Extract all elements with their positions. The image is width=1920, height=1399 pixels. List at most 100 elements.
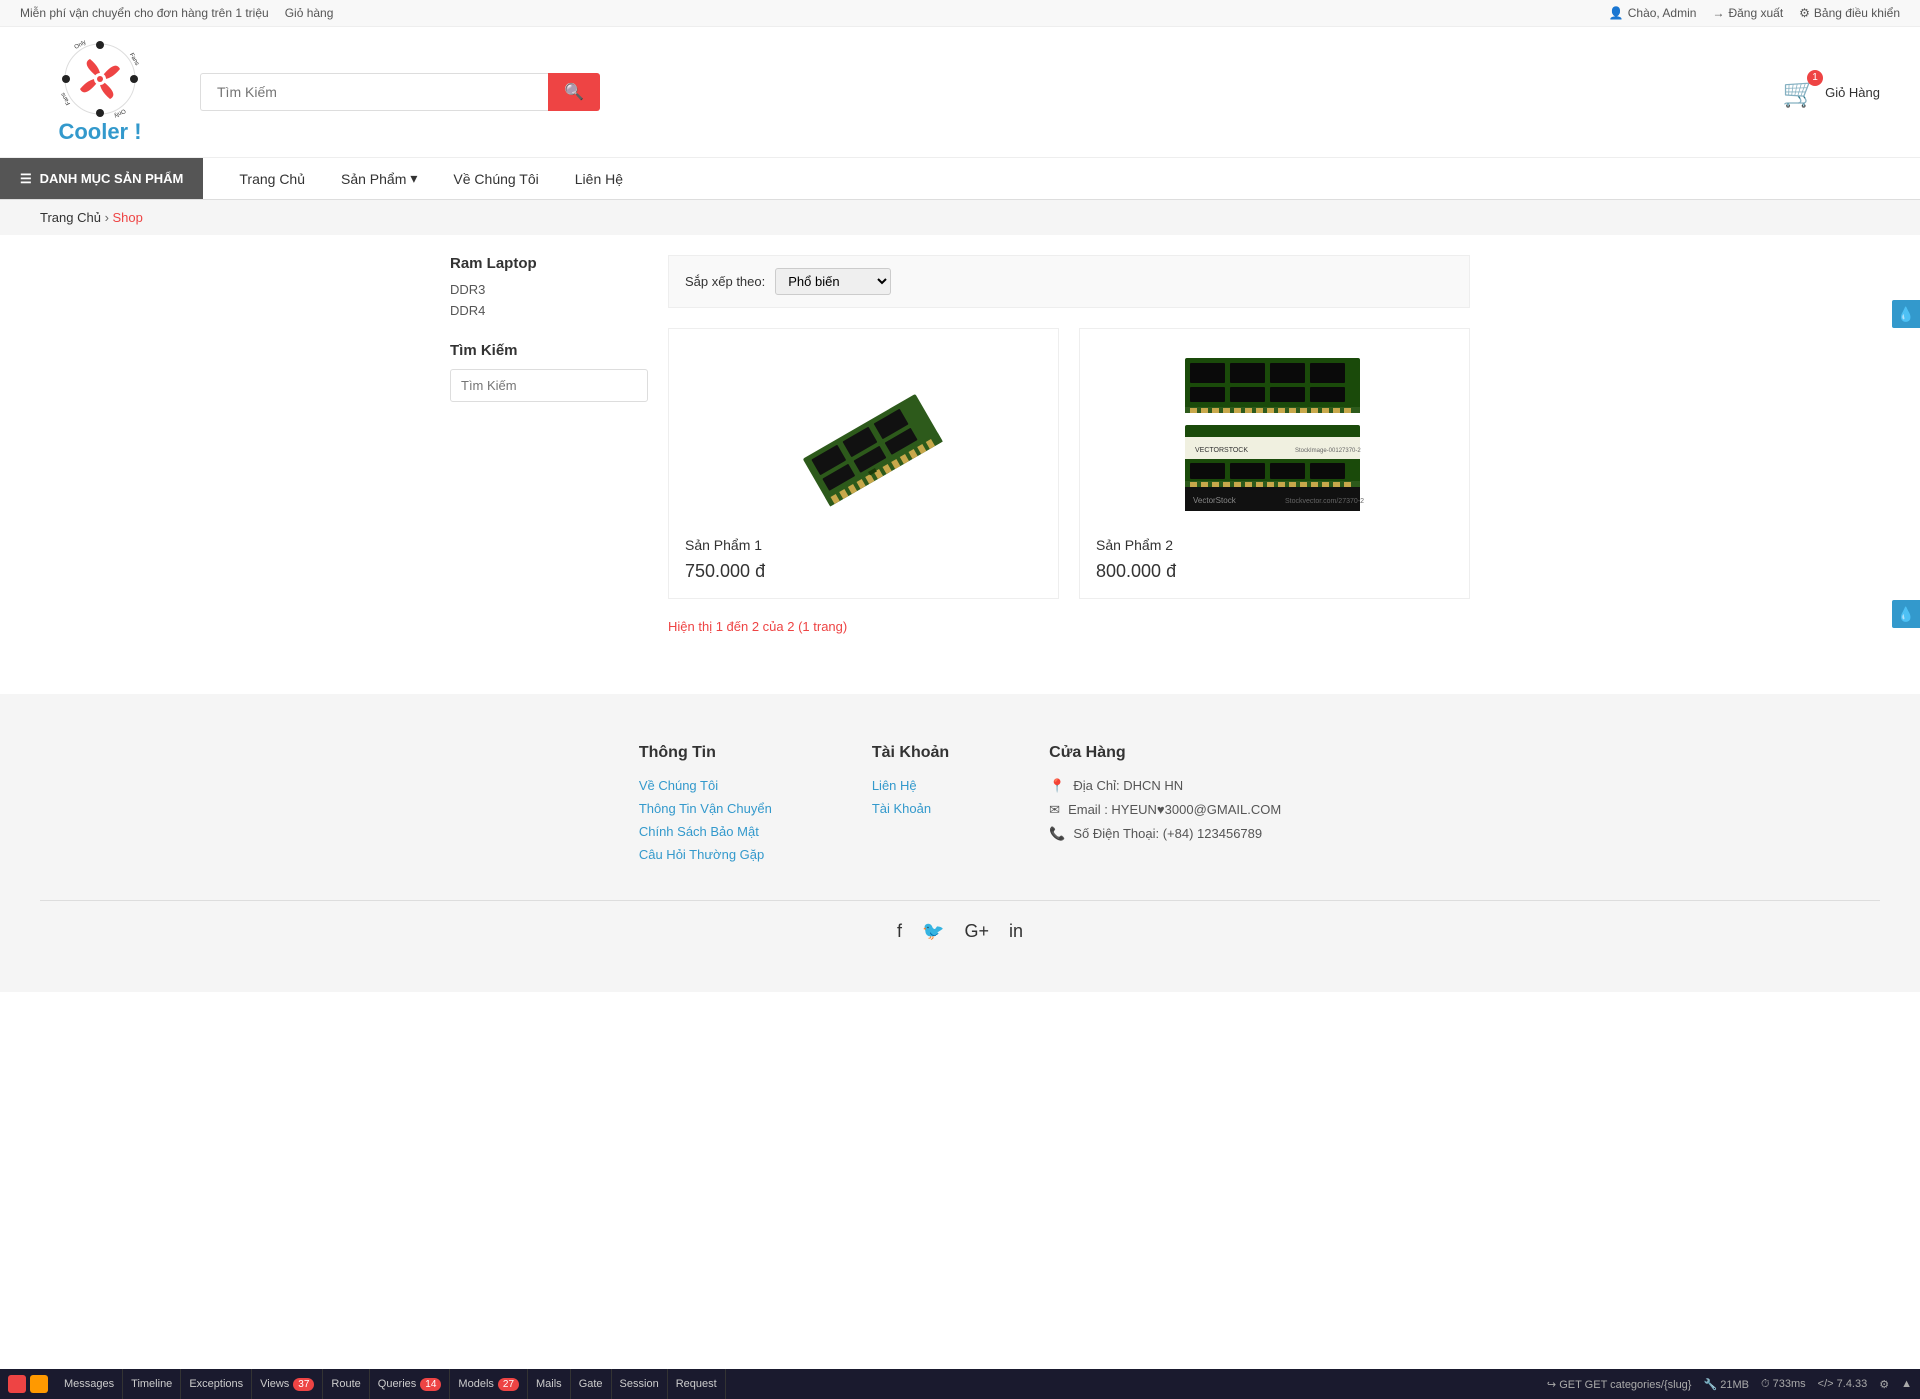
footer-grid: Thông Tin Về Chúng Tôi Thông Tin Vận Chu… xyxy=(40,744,1880,870)
sort-label: Sắp xếp theo: xyxy=(685,274,765,289)
side-float-btn-top[interactable]: 💧 xyxy=(1892,300,1920,328)
debug-views[interactable]: Views 37 xyxy=(252,1369,323,1399)
pagination-info: Hiện thị 1 đến 2 của 2 (1 trang) xyxy=(668,619,1470,634)
cart-badge: 1 xyxy=(1807,70,1823,86)
side-float-bottom: 💧 xyxy=(1892,600,1920,628)
sidebar-categories: Ram Laptop DDR3 DDR4 xyxy=(450,255,648,318)
svg-text:VectorStock: VectorStock xyxy=(1193,496,1237,505)
debug-version: </> 7.4.33 xyxy=(1818,1378,1868,1390)
sidebar-item-ddr4[interactable]: DDR4 xyxy=(450,303,648,318)
product-price-2: 800.000 đ xyxy=(1096,561,1453,582)
twitter-icon[interactable]: 🐦 xyxy=(922,921,944,942)
sidebar-search-section: Tìm Kiếm xyxy=(450,342,648,402)
product-price-1: 750.000 đ xyxy=(685,561,1042,582)
footer-link-privacy[interactable]: Chính Sách Bảo Mật xyxy=(639,824,772,839)
cart-link[interactable]: Giỏ hàng xyxy=(285,6,334,20)
promo-text: Miễn phí vận chuyển cho đơn hàng trên 1 … xyxy=(20,6,269,20)
search-button[interactable]: 🔍 xyxy=(548,73,600,111)
debug-models-badge: 27 xyxy=(498,1378,519,1391)
debug-route[interactable]: Route xyxy=(323,1369,369,1399)
greeting: 👤 Chào, Admin xyxy=(1609,6,1697,20)
debug-exceptions[interactable]: Exceptions xyxy=(181,1369,252,1399)
debug-views-badge: 37 xyxy=(293,1378,314,1391)
header: Only Fans Only Fans Cooler ! 🔍 🛒 1 Giỏ H… xyxy=(0,27,1920,158)
products-grid: Sản Phẩm 1 750.000 đ xyxy=(668,328,1470,599)
debug-route-info: ↪ GET GET categories/{slug} xyxy=(1547,1378,1692,1391)
footer-col-account: Tài Khoản Liên Hệ Tài Khoản xyxy=(872,744,949,870)
footer-link-faq[interactable]: Câu Hỏi Thường Gặp xyxy=(639,847,772,862)
debug-messages[interactable]: Messages xyxy=(56,1369,123,1399)
cart-area[interactable]: 🛒 1 Giỏ Hàng xyxy=(1782,76,1880,109)
debug-timeline[interactable]: Timeline xyxy=(123,1369,181,1399)
debug-gate[interactable]: Gate xyxy=(571,1369,612,1399)
footer-col1-title: Thông Tin xyxy=(639,744,772,762)
footer-col2-title: Tài Khoản xyxy=(872,744,949,762)
sidebar-search-input[interactable] xyxy=(450,369,648,402)
svg-text:StockImage-00127370-2: StockImage-00127370-2 xyxy=(1295,448,1361,454)
debug-queries[interactable]: Queries 14 xyxy=(370,1369,451,1399)
chevron-down-icon: ▾ xyxy=(410,170,417,187)
menu-icon: ☰ xyxy=(20,171,32,187)
svg-text:Stockvector.com/27370-2: Stockvector.com/27370-2 xyxy=(1285,498,1364,505)
debug-memory: 🔧 21MB xyxy=(1703,1378,1749,1391)
cart-icon-wrap: 🛒 1 xyxy=(1782,76,1817,109)
product-card-2[interactable]: VECTORSTOCK StockImage-00127370-2 xyxy=(1079,328,1470,599)
debug-icon-red[interactable] xyxy=(8,1375,26,1393)
main-content: Ram Laptop DDR3 DDR4 Tìm Kiếm Sắp xếp th… xyxy=(410,235,1510,654)
debug-settings-icon[interactable]: ⚙ xyxy=(1879,1378,1889,1391)
footer-link-about[interactable]: Về Chúng Tôi xyxy=(639,778,772,793)
debug-right: ↪ GET GET categories/{slug} 🔧 21MB ⏱ 733… xyxy=(1547,1378,1912,1391)
debug-icon-orange[interactable] xyxy=(30,1375,48,1393)
debug-queries-badge: 14 xyxy=(420,1378,441,1391)
logo-text[interactable]: Cooler ! xyxy=(58,119,141,145)
debug-request[interactable]: Request xyxy=(668,1369,726,1399)
product-card-1[interactable]: Sản Phẩm 1 750.000 đ xyxy=(668,328,1059,599)
sidebar-category-title: Ram Laptop xyxy=(450,255,648,272)
breadcrumb: Trang Chủ › Shop xyxy=(0,200,1920,235)
product-name-1: Sản Phẩm 1 xyxy=(685,537,1042,553)
footer-col-info: Thông Tin Về Chúng Tôi Thông Tin Vận Chu… xyxy=(639,744,772,870)
footer-link-account[interactable]: Tài Khoản xyxy=(872,801,949,816)
googleplus-icon[interactable]: G+ xyxy=(964,921,989,942)
product-1-image xyxy=(784,355,944,515)
search-input[interactable] xyxy=(200,73,548,111)
facebook-icon[interactable]: f xyxy=(897,921,902,942)
footer-link-shipping[interactable]: Thông Tin Vận Chuyển xyxy=(639,801,772,816)
dashboard-link[interactable]: ⚙ Bảng điều khiển xyxy=(1799,6,1900,20)
footer-email: ✉ Email : HYEUN♥3000@GMAIL.COM xyxy=(1049,802,1281,818)
linkedin-icon[interactable]: in xyxy=(1009,921,1023,942)
sidebar-item-ddr3[interactable]: DDR3 xyxy=(450,282,648,297)
nav-home[interactable]: Trang Chủ xyxy=(223,159,321,199)
location-icon: 📍 xyxy=(1049,778,1065,794)
logo-area[interactable]: Only Fans Only Fans Cooler ! xyxy=(40,39,160,145)
category-menu-button[interactable]: ☰ DANH MỤC SẢN PHẨM xyxy=(0,158,203,199)
logout-link[interactable]: → Đăng xuất xyxy=(1712,6,1783,20)
product-image-2: VECTORSTOCK StockImage-00127370-2 xyxy=(1096,345,1453,525)
debug-models[interactable]: Models 27 xyxy=(450,1369,528,1399)
side-float-btn-bottom[interactable]: 💧 xyxy=(1892,600,1920,628)
debug-mails[interactable]: Mails xyxy=(528,1369,571,1399)
footer: Thông Tin Về Chúng Tôi Thông Tin Vận Chu… xyxy=(0,694,1920,992)
breadcrumb-current: Shop xyxy=(113,210,143,225)
sort-bar: Sắp xếp theo: Phổ biến Giá tăng dần Giá … xyxy=(668,255,1470,308)
footer-col-store: Cửa Hàng 📍 Địa Chỉ: DHCN HN ✉ Email : HY… xyxy=(1049,744,1281,870)
products-area: Sắp xếp theo: Phổ biến Giá tăng dần Giá … xyxy=(668,255,1470,634)
top-bar: Miễn phí vận chuyển cho đơn hàng trên 1 … xyxy=(0,0,1920,27)
logo-icon: Only Fans Only Fans xyxy=(60,39,140,119)
debug-time: ⏱ 733ms xyxy=(1761,1378,1806,1391)
side-float-top: 💧 xyxy=(1892,300,1920,328)
top-bar-right: 👤 Chào, Admin → Đăng xuất ⚙ Bảng điều kh… xyxy=(1609,6,1900,20)
product-2-image: VECTORSTOCK StockImage-00127370-2 xyxy=(1175,350,1375,520)
footer-link-contact[interactable]: Liên Hệ xyxy=(872,778,949,793)
phone-icon: 📞 xyxy=(1049,826,1065,842)
debug-session[interactable]: Session xyxy=(612,1369,668,1399)
nav-products[interactable]: Sản Phẩm ▾ xyxy=(325,158,433,199)
sort-select[interactable]: Phổ biến Giá tăng dần Giá giảm dần Mới n… xyxy=(775,268,891,295)
email-icon: ✉ xyxy=(1049,802,1060,818)
breadcrumb-home[interactable]: Trang Chủ xyxy=(40,210,101,225)
product-name-2: Sản Phẩm 2 xyxy=(1096,537,1453,553)
debug-expand-icon[interactable]: ▲ xyxy=(1901,1378,1912,1390)
nav-about[interactable]: Về Chúng Tôi xyxy=(437,159,554,199)
nav-contact[interactable]: Liên Hệ xyxy=(559,159,639,199)
footer-phone: 📞 Số Điện Thoại: (+84) 123456789 xyxy=(1049,826,1281,842)
